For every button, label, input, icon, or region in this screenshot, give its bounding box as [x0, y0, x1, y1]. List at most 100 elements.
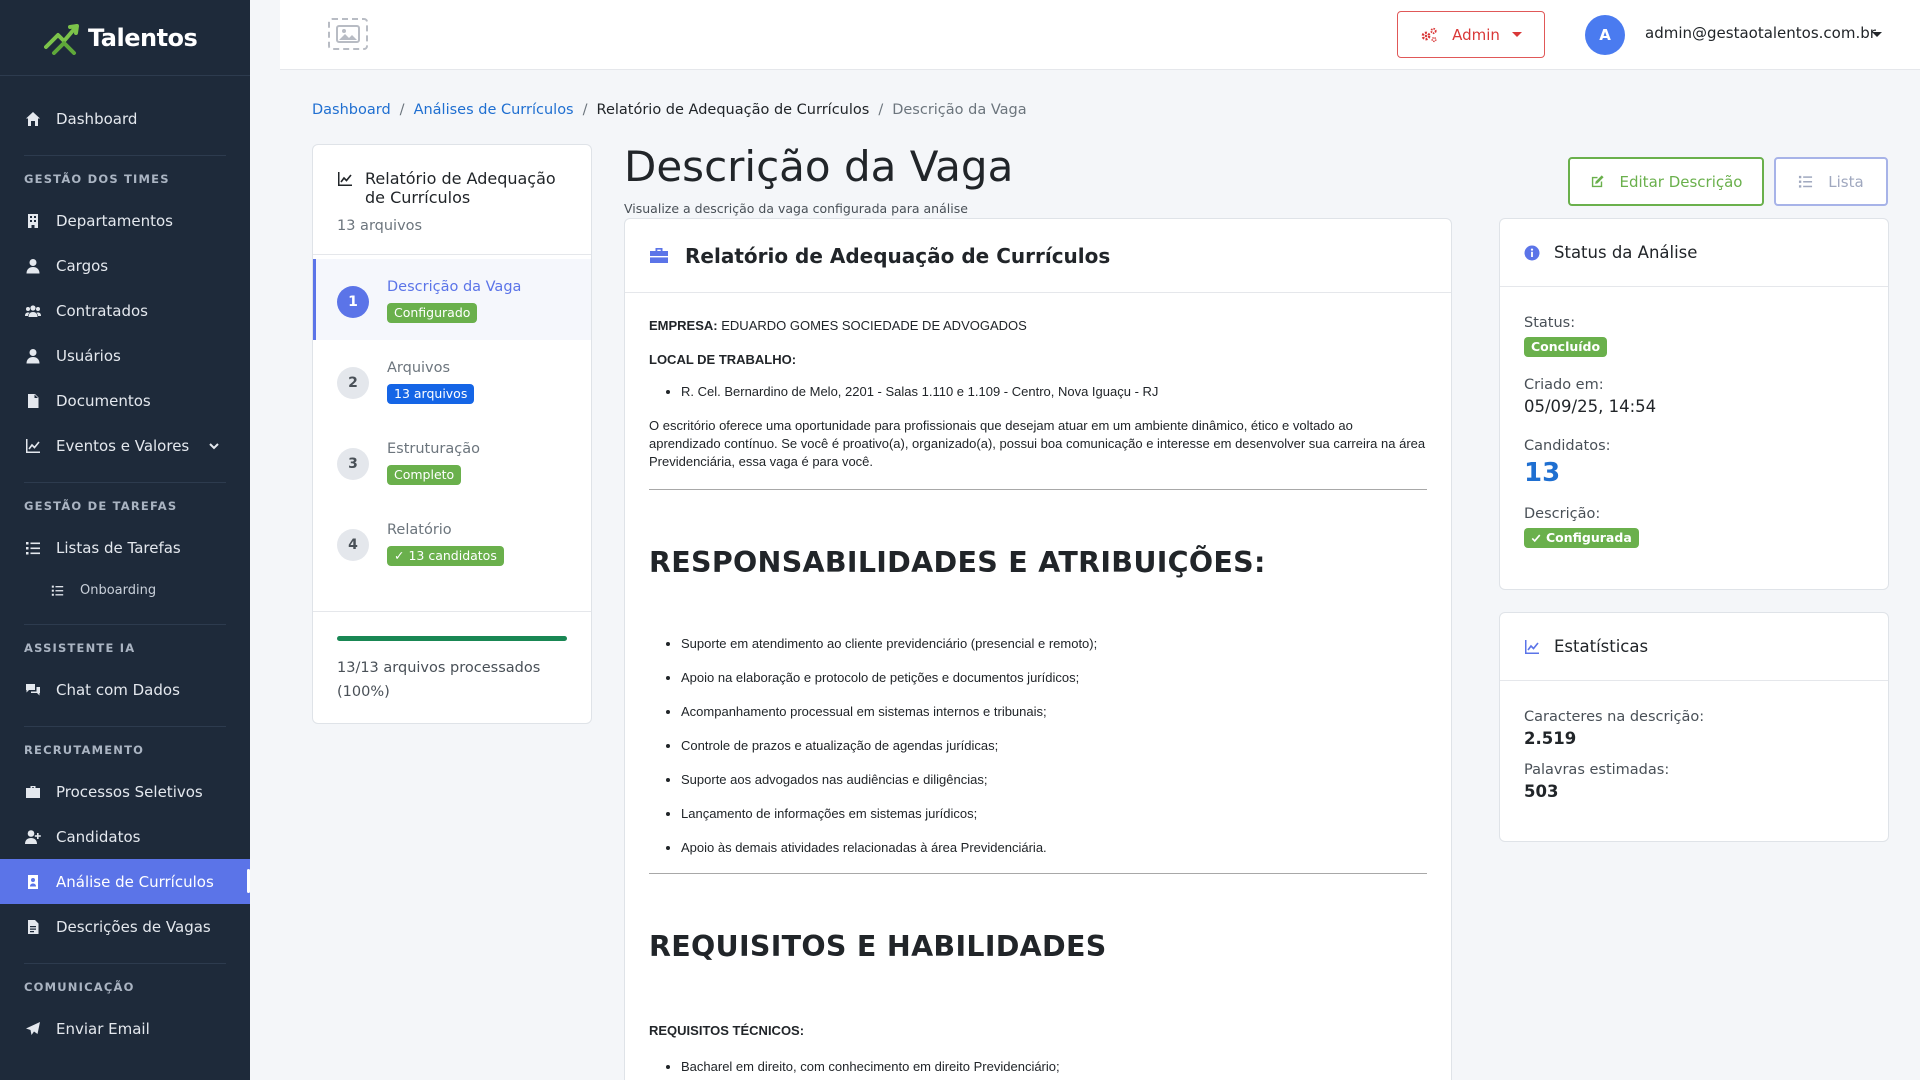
- step-label: Relatório: [387, 522, 452, 538]
- step-label: Arquivos: [387, 360, 451, 376]
- list-item: Lançamento de informações em sistemas ju…: [681, 805, 1427, 823]
- breadcrumb-link-dashboard[interactable]: Dashboard: [312, 102, 391, 118]
- sidebar-item-enviar-email[interactable]: Enviar Email: [0, 1006, 250, 1051]
- breadcrumb-separator: /: [878, 102, 884, 118]
- divider: [24, 155, 226, 156]
- status-label: Status:: [1524, 315, 1576, 331]
- list-button[interactable]: Lista: [1774, 157, 1888, 206]
- description-content: EMPRESA: EDUARDO GOMES SOCIEDADE DE ADVO…: [625, 293, 1451, 1080]
- status-badge: 13 arquivos: [387, 384, 475, 404]
- list-check-icon: [24, 539, 42, 557]
- step-relatorio[interactable]: 4 Relatório ✓ 13 candidatos: [313, 502, 591, 583]
- list-item: Bacharel em direito, com conhecimento em…: [681, 1058, 1427, 1076]
- list-item: R. Cel. Bernardino de Melo, 2201 - Salas…: [681, 383, 1427, 401]
- step-number: 3: [337, 448, 369, 480]
- sidebar-item-label: Onboarding: [80, 582, 157, 598]
- chars-label: Caracteres na descrição:: [1524, 709, 1705, 725]
- sidebar-item-contratados[interactable]: Contratados: [0, 288, 250, 333]
- list-item: Acompanhamento processual em sistemas in…: [681, 703, 1427, 721]
- description-status-badge: Configurada: [1524, 528, 1639, 548]
- caret-down-icon[interactable]: [1872, 32, 1882, 37]
- home-icon: [24, 110, 42, 128]
- status-badge: Concluído: [1524, 337, 1608, 357]
- sidebar-item-label: Contratados: [56, 301, 148, 320]
- sidebar-item-label: Candidatos: [56, 827, 141, 846]
- chars-value: 2.519: [1524, 729, 1577, 748]
- caret-down-icon: [1511, 32, 1522, 37]
- words-label: Palavras estimadas:: [1524, 762, 1670, 778]
- step-number: 2: [337, 367, 369, 399]
- user-tie-icon: [24, 257, 42, 275]
- breadcrumb-link-analises[interactable]: Análises de Currículos: [414, 102, 574, 118]
- sidebar-item-label: Departamentos: [56, 211, 173, 230]
- divider: [24, 624, 226, 625]
- steps-list: 1 Descrição da Vaga Configurado 2 Arquiv…: [313, 255, 591, 583]
- section-heading: GESTÃO DE TAREFAS: [24, 499, 178, 513]
- breadcrumb-item-relatorio: Relatório de Adequação de Currículos: [596, 102, 870, 118]
- words-value: 503: [1524, 782, 1559, 801]
- candidates-count: 13: [1524, 458, 1561, 488]
- candidates-label: Candidatos:: [1524, 438, 1611, 454]
- requirements-heading: REQUISITOS E HABILIDADES: [649, 930, 1107, 963]
- user-email[interactable]: admin@gestaotalentos.com.br: [1645, 24, 1876, 42]
- sidebar-item-usuarios[interactable]: Usuários: [0, 333, 250, 378]
- admin-label: Admin: [1452, 25, 1500, 44]
- brand[interactable]: Talentos: [0, 0, 250, 76]
- file-alt-icon: [24, 918, 42, 936]
- sidebar-nav: Dashboard GESTÃO DOS TIMES Departamentos…: [0, 76, 250, 1051]
- sidebar-item-label: Eventos e Valores: [56, 436, 190, 455]
- stats-card-title: Estatísticas: [1554, 637, 1649, 656]
- status-card-body: Status: Concluído Criado em: 05/09/25, 1…: [1500, 287, 1888, 576]
- status-badge: ✓ 13 candidatos: [387, 546, 504, 566]
- info-circle-icon: [1524, 245, 1540, 260]
- sidebar-item-eventos[interactable]: Eventos e Valores: [0, 423, 250, 468]
- step-descricao[interactable]: 1 Descrição da Vaga Configurado: [313, 259, 591, 340]
- sidebar-item-listas[interactable]: Listas de Tarefas: [0, 525, 250, 570]
- avatar[interactable]: A: [1585, 15, 1625, 55]
- building-icon: [24, 212, 42, 230]
- sidebar-item-descricoes[interactable]: Descrições de Vagas: [0, 904, 250, 949]
- sidebar-item-label: Listas de Tarefas: [56, 538, 181, 557]
- sidebar-item-label: Chat com Dados: [56, 680, 180, 699]
- sidebar-item-chat[interactable]: Chat com Dados: [0, 667, 250, 712]
- description-card: Relatório de Adequação de Currículos EMP…: [624, 218, 1452, 1080]
- list-item: Suporte aos advogados nas audiências e d…: [681, 771, 1427, 789]
- cogs-icon: [1421, 27, 1437, 42]
- status-badge: Completo: [387, 465, 462, 485]
- local-list: R. Cel. Bernardino de Melo, 2201 - Salas…: [649, 383, 1427, 401]
- step-estruturacao[interactable]: 3 Estruturação Completo: [313, 421, 591, 502]
- empresa-value: EDUARDO GOMES SOCIEDADE DE ADVOGADOS: [721, 318, 1027, 333]
- section-heading: GESTÃO DOS TIMES: [24, 172, 170, 186]
- sidebar-item-analise[interactable]: Análise de Currículos: [0, 859, 250, 904]
- steps-title: Relatório de Adequação de Currículos: [365, 169, 556, 207]
- step-label: Estruturação: [387, 441, 481, 457]
- sidebar-item-documentos[interactable]: Documentos: [0, 378, 250, 423]
- divider: [24, 482, 226, 483]
- status-card: Status da Análise Status: Concluído Cria…: [1499, 218, 1889, 590]
- step-number: 1: [337, 286, 369, 318]
- sidebar-item-departamentos[interactable]: Departamentos: [0, 198, 250, 243]
- sidebar-item-processos[interactable]: Processos Seletivos: [0, 769, 250, 814]
- local-label: LOCAL DE TRABALHO:: [649, 352, 797, 367]
- sidebar-item-cargos[interactable]: Cargos: [0, 243, 250, 288]
- sidebar-item-dashboard[interactable]: Dashboard: [0, 96, 250, 141]
- step-number: 4: [337, 529, 369, 561]
- description-status-text: Configurada: [1546, 530, 1632, 545]
- chevron-down-icon[interactable]: [208, 438, 222, 452]
- breadcrumb-separator: /: [582, 102, 588, 118]
- topbar: Admin A admin@gestaotalentos.com.br: [280, 0, 1920, 70]
- sidebar-item-candidatos[interactable]: Candidatos: [0, 814, 250, 859]
- step-arquivos[interactable]: 2 Arquivos 13 arquivos: [313, 340, 591, 421]
- edit-description-button[interactable]: Editar Descrição: [1568, 157, 1764, 206]
- sidebar-item-label: Análise de Currículos: [56, 872, 214, 891]
- list-button-label: Lista: [1828, 172, 1864, 191]
- divider: [649, 873, 1427, 874]
- user-check-icon: [24, 873, 42, 891]
- list-item: Controle de prazos e atualização de agen…: [681, 737, 1427, 755]
- image-placeholder-icon: [328, 18, 368, 50]
- admin-dropdown-button[interactable]: Admin: [1397, 11, 1545, 58]
- sidebar-item-onboarding[interactable]: Onboarding: [0, 570, 250, 610]
- divider: [649, 489, 1427, 490]
- chart-line-icon: [1525, 639, 1539, 654]
- divider: [24, 963, 226, 964]
